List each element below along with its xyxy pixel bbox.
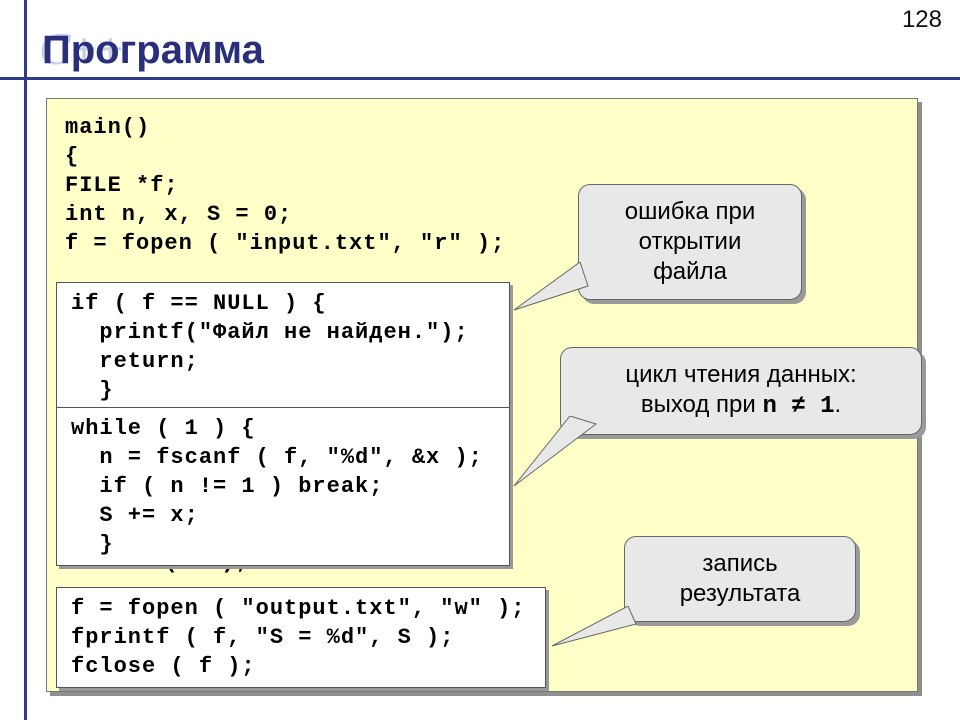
callout-tail-2 [510, 416, 600, 496]
code-box-null-check: if ( f == NULL ) { printf("Файл не найде… [56, 282, 510, 412]
code-box-output: f = fopen ( "output.txt", "w" ); fprintf… [56, 587, 546, 688]
callout-tail-3 [548, 606, 638, 656]
callout-loop: цикл чтения данных: выход при n ≠ 1. [560, 347, 922, 435]
horizontal-rule [0, 77, 960, 80]
callout-tail-1 [510, 262, 590, 322]
callout-loop-line1: цикл чтения данных: [583, 360, 899, 390]
code-box-loop: while ( 1 ) { n = fscanf ( f, "%d", &x )… [56, 407, 510, 566]
page-number: 128 [902, 6, 942, 34]
slide-title: Программа [42, 28, 264, 73]
callout-loop-line2: выход при n ≠ 1. [583, 390, 899, 422]
callout-output: запись результата [624, 536, 856, 622]
vertical-rule [24, 0, 27, 720]
callout-file-error: ошибка при открытии файла [578, 184, 802, 300]
